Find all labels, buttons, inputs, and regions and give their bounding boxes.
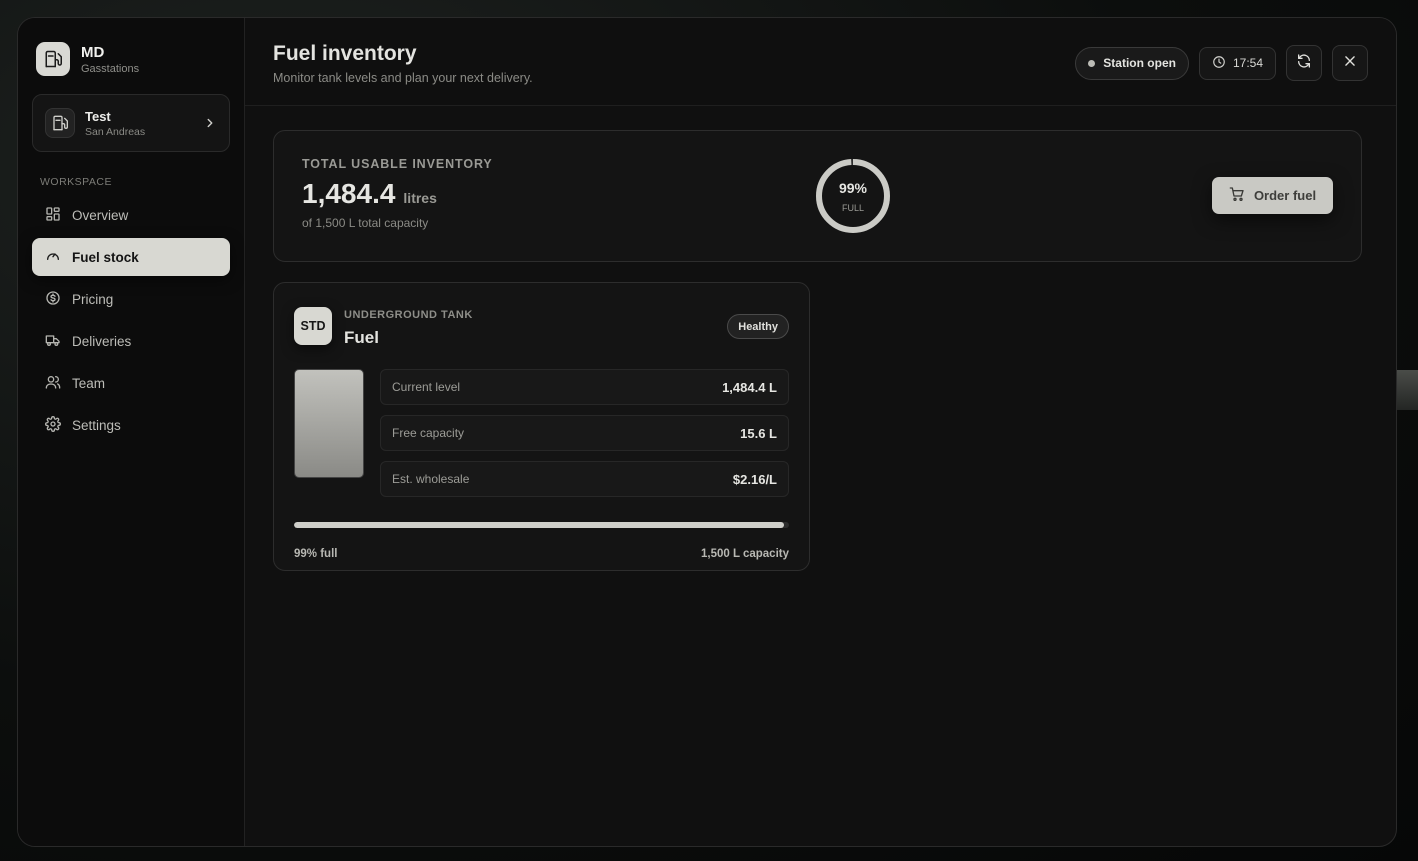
metric-value: 1,484.4 L [722, 379, 777, 395]
status-dot-icon [1088, 59, 1096, 67]
sidebar-item-label: Team [72, 375, 106, 391]
brand-subtitle: Gasstations [81, 62, 140, 75]
tank-capacity: 1,500 L capacity [700, 548, 789, 560]
summary-value: 1,484.4 [302, 178, 396, 209]
inventory-summary-card: TOTAL USABLE INVENTORY 1,484.4 litres of… [273, 130, 1362, 262]
fill-gauge: 99% FULL [814, 157, 892, 235]
cart-icon [1229, 186, 1245, 205]
top-actions: Station open 17:54 [1075, 45, 1368, 81]
tank-kind: UNDERGROUND TANK [344, 309, 473, 321]
background-decoration [1396, 370, 1418, 410]
topbar: Fuel inventory Monitor tank levels and p… [245, 18, 1396, 106]
sidebar-item-overview[interactable]: Overview [32, 196, 230, 234]
tank-name: Fuel [344, 328, 379, 347]
tank-card: STD UNDERGROUND TANK Fuel Healthy Curren… [273, 282, 810, 571]
brand-title: MD [81, 43, 105, 61]
refresh-icon [1296, 53, 1312, 74]
sidebar: MD Gasstations Test San Andreas WORKSPAC… [18, 18, 245, 846]
clock-chip: 17:54 [1198, 46, 1276, 80]
tank-body: Current level 1,484.4 L Free capacity 15… [294, 369, 789, 497]
tank-progress-fill [294, 522, 785, 528]
gauge-text: 99% FULL [814, 157, 892, 235]
users-icon [45, 374, 61, 393]
clock-time: 17:54 [1232, 56, 1263, 70]
refresh-button[interactable] [1286, 45, 1322, 81]
gauge-percent: 99% [838, 179, 868, 196]
tank-grade-badge: STD [294, 307, 332, 345]
tank-progress-labels: 99% full 1,500 L capacity [294, 548, 789, 560]
sidebar-item-label: Overview [72, 207, 129, 223]
close-icon [1343, 54, 1357, 73]
metric-label: Current level [392, 380, 461, 394]
order-fuel-button[interactable]: Order fuel [1212, 177, 1333, 214]
content: TOTAL USABLE INVENTORY 1,484.4 litres of… [245, 106, 1396, 571]
metric-est-wholesale: Est. wholesale $2.16/L [380, 461, 789, 497]
tank-progress-bar [294, 522, 789, 528]
summary-unit: litres [403, 190, 437, 206]
sidebar-item-label: Deliveries [72, 333, 132, 349]
metric-free-capacity: Free capacity 15.6 L [380, 415, 789, 451]
clock-icon [1212, 55, 1226, 72]
sidebar-item-fuel-stock[interactable]: Fuel stock [32, 238, 230, 276]
brand: MD Gasstations [32, 42, 230, 76]
station-location: San Andreas [85, 125, 146, 138]
gauge-icon [45, 248, 61, 267]
station-status-text: Station open [1103, 56, 1176, 70]
station-name: Test [85, 108, 111, 124]
tank-percent-full: 99% full [294, 548, 338, 560]
chevron-right-icon [203, 116, 217, 130]
tank-metrics: Current level 1,484.4 L Free capacity 15… [380, 369, 789, 497]
sidebar-item-label: Pricing [72, 291, 114, 307]
app-window: MD Gasstations Test San Andreas WORKSPAC… [17, 17, 1397, 847]
order-fuel-label: Order fuel [1253, 188, 1317, 203]
metric-value: 15.6 L [740, 425, 777, 441]
metric-label: Est. wholesale [392, 472, 470, 486]
main-panel: Fuel inventory Monitor tank levels and p… [245, 18, 1396, 846]
tank-header: STD UNDERGROUND TANK Fuel [294, 307, 789, 348]
sidebar-item-settings[interactable]: Settings [32, 406, 230, 444]
station-status-badge: Station open [1075, 46, 1189, 80]
sidebar-item-team[interactable]: Team [32, 364, 230, 402]
dollar-icon [45, 290, 61, 309]
gear-icon [45, 415, 61, 435]
metric-current-level: Current level 1,484.4 L [380, 369, 789, 405]
truck-icon [45, 332, 61, 351]
sidebar-item-deliveries[interactable]: Deliveries [32, 322, 230, 360]
sidebar-nav: Overview Fuel stock Pricing Deliveries T… [32, 196, 230, 444]
tank-status-badge: Healthy [727, 314, 789, 339]
metric-label: Free capacity [392, 426, 465, 440]
close-button[interactable] [1332, 45, 1368, 81]
station-selector[interactable]: Test San Andreas [32, 94, 230, 152]
gauge-label: FULL [841, 202, 864, 213]
fuel-pump-icon [36, 42, 70, 76]
sidebar-item-label: Fuel stock [72, 249, 139, 265]
section-label-workspace: WORKSPACE [40, 176, 112, 188]
grid-icon [45, 206, 61, 225]
sidebar-item-label: Settings [72, 417, 121, 433]
fuel-pump-icon [45, 108, 75, 138]
tank-level-visual [294, 369, 364, 478]
metric-value: $2.16/L [732, 471, 777, 487]
sidebar-item-pricing[interactable]: Pricing [32, 280, 230, 318]
